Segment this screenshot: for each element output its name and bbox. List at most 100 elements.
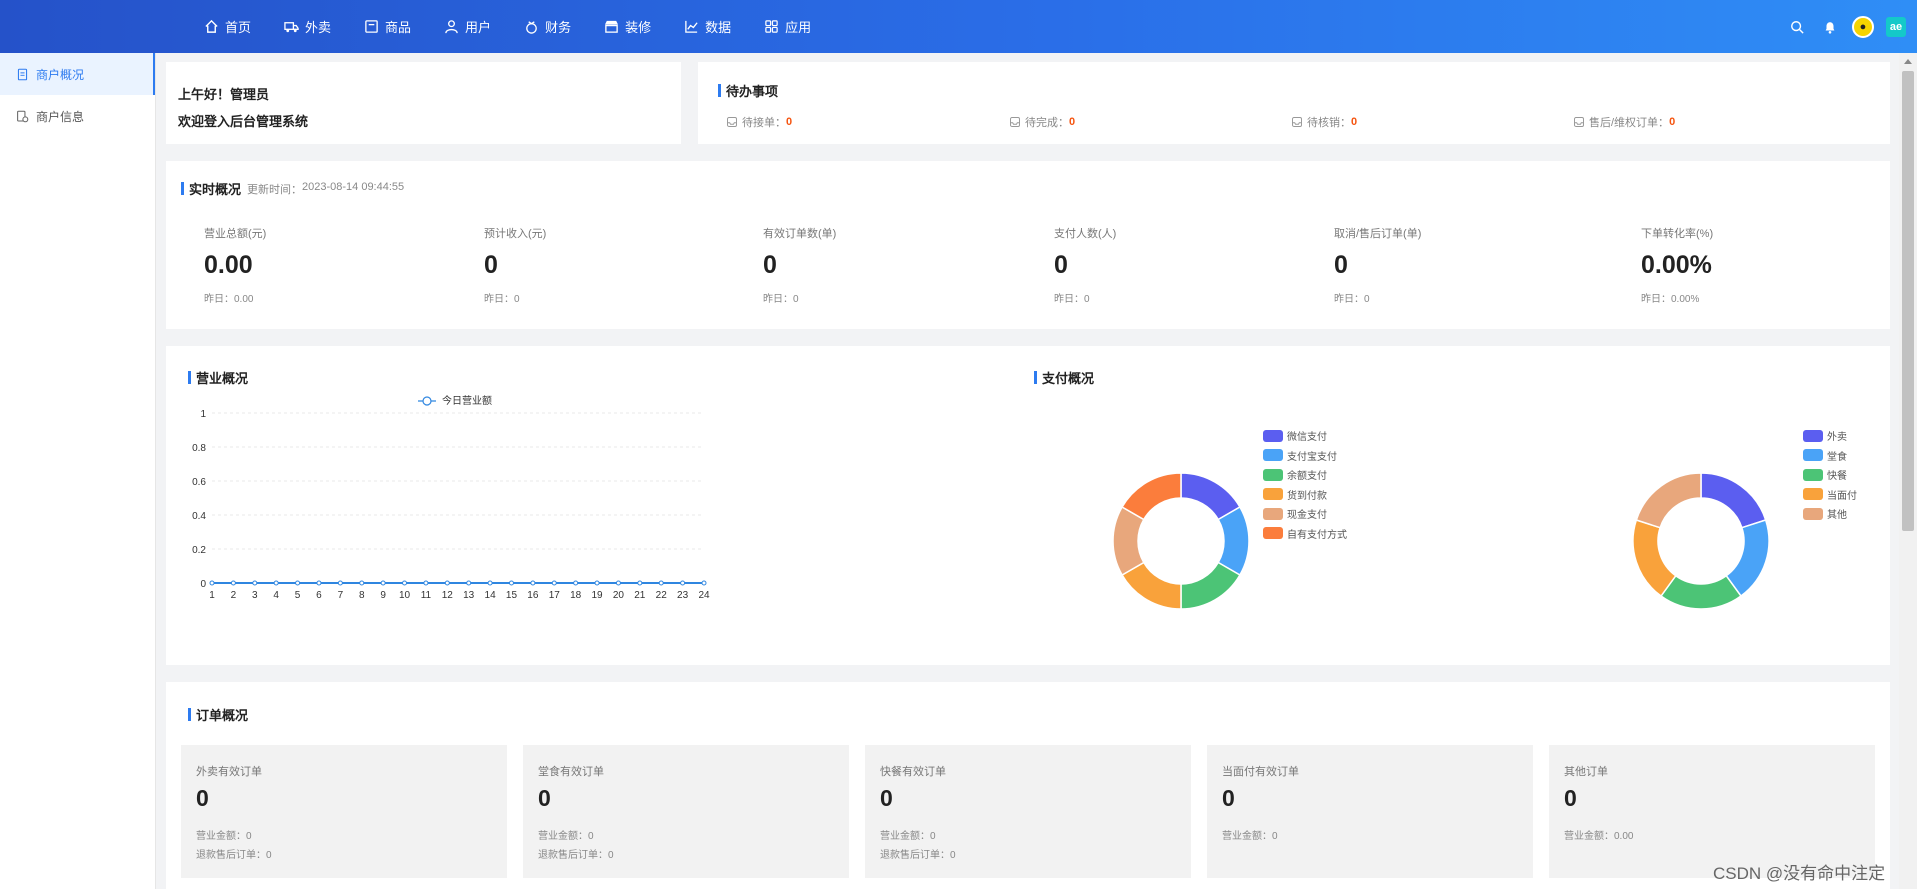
orders-title: 订单概况: [188, 705, 248, 724]
nav-decorate[interactable]: 装修: [604, 17, 651, 36]
order-card-value: 0: [880, 785, 893, 811]
todo-pending-verify[interactable]: 待核销： 0: [1291, 114, 1357, 130]
finance-icon: [526, 21, 537, 34]
x-tick-label: 7: [338, 590, 344, 601]
app-logo[interactable]: ae: [1885, 16, 1907, 38]
order-card-amount: 营业金额：0: [1222, 831, 1278, 842]
legend-item[interactable]: 快餐: [1803, 465, 1857, 485]
nav-finance[interactable]: 财务: [524, 17, 571, 36]
nav-data[interactable]: 数据: [684, 17, 731, 36]
todo-after-sales[interactable]: 售后/维权订单： 0: [1573, 114, 1675, 130]
sidebar-item-merchant-info[interactable]: 商户信息: [0, 95, 155, 137]
y-tick-label: 0.8: [192, 443, 206, 454]
x-tick-label: 13: [463, 590, 475, 601]
stat-conversion-rate: 下单转化率(%) 0.00% 昨日：0.00%: [1641, 225, 1713, 305]
sidebar-item-merchant-overview[interactable]: 商户概况: [0, 53, 155, 95]
order-card-fast-food[interactable]: 快餐有效订单 0 营业金额：0 退款售后订单：0: [865, 745, 1191, 878]
legend-item[interactable]: 支付宝支付: [1263, 446, 1347, 466]
update-time-value: 2023-08-14 09:44:55: [302, 181, 405, 193]
page-scrollbar[interactable]: [1899, 53, 1917, 889]
update-time-label: 更新时间：: [247, 184, 302, 196]
legend-label: 快餐: [1827, 471, 1847, 483]
data-point: [573, 580, 579, 586]
legend-label: 堂食: [1827, 451, 1847, 463]
nav-user[interactable]: 用户: [444, 17, 491, 36]
legend-item[interactable]: 微信支付: [1263, 426, 1347, 446]
stat-value: 0: [484, 251, 498, 279]
order-card-face-pay[interactable]: 当面付有效订单 0 营业金额：0: [1207, 745, 1533, 878]
user-icon: [445, 20, 458, 34]
order-card-refunds: 退款售后订单：0: [196, 850, 272, 861]
scroll-thumb[interactable]: [1902, 71, 1914, 531]
notification-button[interactable]: [1819, 16, 1841, 38]
top-right-tools: ● ae: [1775, 0, 1907, 53]
greeting-text: 上午好！管理员: [178, 87, 270, 102]
stat-expected-income: 预计收入(元) 0 昨日：0: [484, 225, 546, 305]
legend-label[interactable]: 今日营业额: [442, 394, 492, 407]
y-tick-label: 0.4: [192, 511, 206, 522]
todo-pending-complete[interactable]: 待完成： 0: [1009, 114, 1075, 130]
stat-yesterday: 昨日：0.00: [204, 294, 254, 305]
nav-delivery[interactable]: 外卖: [284, 17, 331, 36]
data-point: [551, 580, 557, 586]
data-point: [658, 580, 664, 586]
order-card-dine-in[interactable]: 堂食有效订单 0 营业金额：0 退款售后订单：0: [523, 745, 849, 878]
legend-item[interactable]: 其他: [1803, 504, 1857, 524]
x-tick-label: 3: [252, 590, 258, 601]
todo-pending-accept[interactable]: 待接单： 0: [726, 114, 792, 130]
data-point: [637, 580, 643, 586]
stat-label: 有效订单数(单): [763, 228, 837, 240]
legend-item[interactable]: 自有支付方式: [1263, 524, 1347, 544]
legend-item[interactable]: 堂食: [1803, 446, 1857, 466]
stat-label: 营业总额(元): [204, 228, 267, 240]
search-button[interactable]: [1786, 16, 1808, 38]
logo-icon: ae: [1886, 16, 1906, 37]
user-avatar[interactable]: ●: [1852, 15, 1874, 38]
data-point: [487, 580, 493, 586]
payment-title-text: 支付概况: [1042, 371, 1095, 386]
title-accent-bar: [1034, 371, 1037, 384]
nav-goods[interactable]: 商品: [364, 17, 411, 36]
data-point: [337, 580, 343, 586]
x-tick-label: 9: [380, 590, 386, 601]
x-tick-label: 24: [698, 590, 710, 601]
stat-label: 支付人数(人): [1054, 228, 1117, 240]
stat-total-revenue: 营业总额(元) 0.00 昨日：0.00: [204, 225, 266, 305]
donut-slice[interactable]: [1632, 519, 1677, 598]
legend-item[interactable]: 当面付: [1803, 485, 1857, 505]
x-tick-label: 2: [231, 590, 237, 601]
apps-icon: [765, 20, 778, 33]
todo-count: 0: [1669, 116, 1676, 128]
y-tick-label: 1: [200, 409, 206, 420]
order-card-value: 0: [1222, 785, 1235, 811]
scroll-up-arrow-icon[interactable]: [1904, 59, 1912, 64]
todo-label: 待核销：: [1307, 117, 1351, 129]
donut-slice[interactable]: [1121, 472, 1182, 521]
inbox-icon: [1574, 117, 1584, 127]
nav-home[interactable]: 首页: [204, 17, 251, 36]
x-tick-label: 16: [527, 590, 539, 601]
data-point: [530, 580, 536, 586]
x-tick-label: 23: [677, 590, 689, 601]
y-tick-label: 0: [200, 579, 206, 590]
legend-item[interactable]: 现金支付: [1263, 504, 1347, 524]
legend-label: 货到付款: [1287, 490, 1327, 502]
order-card-refunds: 退款售后订单：0: [880, 850, 956, 861]
donut-slice[interactable]: [1180, 561, 1241, 610]
order-card-delivery[interactable]: 外卖有效订单 0 营业金额：0 退款售后订单：0: [181, 745, 507, 878]
donut-slice[interactable]: [1700, 472, 1767, 529]
legend-item[interactable]: 货到付款: [1263, 485, 1347, 505]
data-point: [680, 580, 686, 586]
order-card-amount: 营业金额：0.00: [1564, 831, 1634, 842]
data-point: [316, 580, 322, 586]
nav-apps[interactable]: 应用: [764, 17, 811, 36]
order-card-label: 堂食有效订单: [538, 766, 604, 778]
legend-swatch: [1263, 488, 1283, 501]
legend-swatch: [1263, 527, 1283, 540]
x-tick-label: 15: [506, 590, 518, 601]
legend-item[interactable]: 余额支付: [1263, 465, 1347, 485]
donut-slice[interactable]: [1635, 472, 1702, 529]
x-tick-label: 19: [591, 590, 603, 601]
legend-label: 外卖: [1827, 432, 1847, 444]
legend-item[interactable]: 外卖: [1803, 426, 1857, 446]
